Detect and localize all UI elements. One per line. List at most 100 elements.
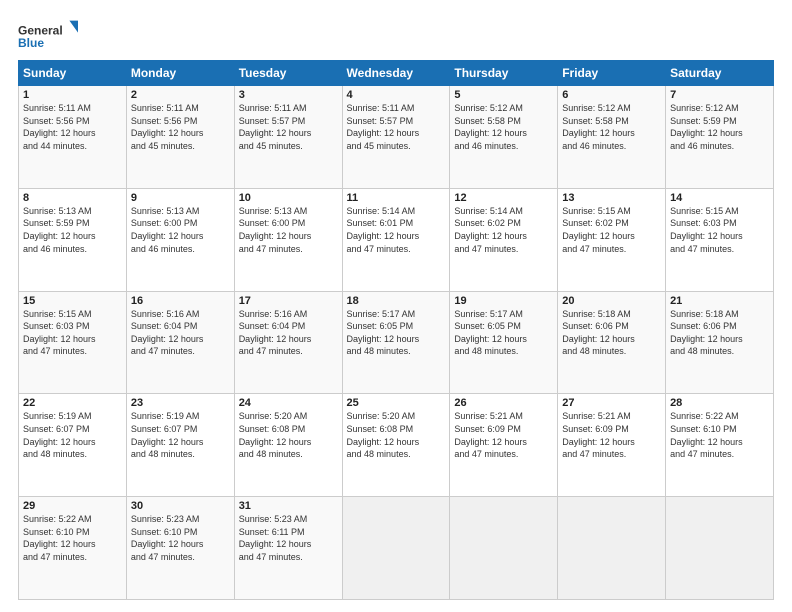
dow-header: Thursday xyxy=(450,61,558,86)
day-number: 8 xyxy=(23,192,122,204)
day-number: 23 xyxy=(131,397,230,409)
calendar-cell xyxy=(558,497,666,600)
day-number: 20 xyxy=(562,295,661,307)
calendar-week-row: 1Sunrise: 5:11 AMSunset: 5:56 PMDaylight… xyxy=(19,86,774,189)
day-number: 5 xyxy=(454,89,553,101)
calendar-cell: 19Sunrise: 5:17 AMSunset: 6:05 PMDayligh… xyxy=(450,291,558,394)
day-info: Sunrise: 5:12 AMSunset: 5:58 PMDaylight:… xyxy=(454,102,553,152)
day-info: Sunrise: 5:11 AMSunset: 5:56 PMDaylight:… xyxy=(23,102,122,152)
day-number: 30 xyxy=(131,500,230,512)
dow-header: Monday xyxy=(126,61,234,86)
dow-header: Wednesday xyxy=(342,61,450,86)
day-info: Sunrise: 5:14 AMSunset: 6:02 PMDaylight:… xyxy=(454,205,553,255)
calendar-cell: 2Sunrise: 5:11 AMSunset: 5:56 PMDaylight… xyxy=(126,86,234,189)
svg-text:Blue: Blue xyxy=(18,36,44,50)
day-number: 3 xyxy=(239,89,338,101)
calendar-cell: 10Sunrise: 5:13 AMSunset: 6:00 PMDayligh… xyxy=(234,188,342,291)
day-info: Sunrise: 5:20 AMSunset: 6:08 PMDaylight:… xyxy=(239,410,338,460)
day-number: 24 xyxy=(239,397,338,409)
day-info: Sunrise: 5:17 AMSunset: 6:05 PMDaylight:… xyxy=(454,308,553,358)
day-info: Sunrise: 5:17 AMSunset: 6:05 PMDaylight:… xyxy=(347,308,446,358)
dow-header: Tuesday xyxy=(234,61,342,86)
calendar-cell: 13Sunrise: 5:15 AMSunset: 6:02 PMDayligh… xyxy=(558,188,666,291)
day-info: Sunrise: 5:16 AMSunset: 6:04 PMDaylight:… xyxy=(131,308,230,358)
day-info: Sunrise: 5:23 AMSunset: 6:10 PMDaylight:… xyxy=(131,513,230,563)
day-number: 15 xyxy=(23,295,122,307)
day-info: Sunrise: 5:13 AMSunset: 6:00 PMDaylight:… xyxy=(239,205,338,255)
calendar-table: SundayMondayTuesdayWednesdayThursdayFrid… xyxy=(18,60,774,600)
day-number: 14 xyxy=(670,192,769,204)
calendar-cell: 17Sunrise: 5:16 AMSunset: 6:04 PMDayligh… xyxy=(234,291,342,394)
day-number: 1 xyxy=(23,89,122,101)
day-number: 9 xyxy=(131,192,230,204)
day-number: 18 xyxy=(347,295,446,307)
day-number: 28 xyxy=(670,397,769,409)
day-number: 12 xyxy=(454,192,553,204)
day-number: 2 xyxy=(131,89,230,101)
day-number: 13 xyxy=(562,192,661,204)
day-number: 27 xyxy=(562,397,661,409)
days-of-week-row: SundayMondayTuesdayWednesdayThursdayFrid… xyxy=(19,61,774,86)
day-info: Sunrise: 5:18 AMSunset: 6:06 PMDaylight:… xyxy=(670,308,769,358)
day-number: 25 xyxy=(347,397,446,409)
day-info: Sunrise: 5:21 AMSunset: 6:09 PMDaylight:… xyxy=(562,410,661,460)
day-number: 10 xyxy=(239,192,338,204)
day-info: Sunrise: 5:11 AMSunset: 5:56 PMDaylight:… xyxy=(131,102,230,152)
header: General Blue xyxy=(18,18,774,54)
dow-header: Sunday xyxy=(19,61,127,86)
calendar-cell: 1Sunrise: 5:11 AMSunset: 5:56 PMDaylight… xyxy=(19,86,127,189)
calendar-cell: 6Sunrise: 5:12 AMSunset: 5:58 PMDaylight… xyxy=(558,86,666,189)
dow-header: Saturday xyxy=(666,61,774,86)
calendar-cell: 22Sunrise: 5:19 AMSunset: 6:07 PMDayligh… xyxy=(19,394,127,497)
day-number: 22 xyxy=(23,397,122,409)
calendar-cell: 11Sunrise: 5:14 AMSunset: 6:01 PMDayligh… xyxy=(342,188,450,291)
day-info: Sunrise: 5:19 AMSunset: 6:07 PMDaylight:… xyxy=(131,410,230,460)
calendar-body: 1Sunrise: 5:11 AMSunset: 5:56 PMDaylight… xyxy=(19,86,774,600)
day-info: Sunrise: 5:19 AMSunset: 6:07 PMDaylight:… xyxy=(23,410,122,460)
calendar-cell: 8Sunrise: 5:13 AMSunset: 5:59 PMDaylight… xyxy=(19,188,127,291)
calendar-cell: 12Sunrise: 5:14 AMSunset: 6:02 PMDayligh… xyxy=(450,188,558,291)
day-info: Sunrise: 5:13 AMSunset: 5:59 PMDaylight:… xyxy=(23,205,122,255)
day-number: 29 xyxy=(23,500,122,512)
calendar-cell: 3Sunrise: 5:11 AMSunset: 5:57 PMDaylight… xyxy=(234,86,342,189)
day-info: Sunrise: 5:20 AMSunset: 6:08 PMDaylight:… xyxy=(347,410,446,460)
page: General Blue SundayMondayTuesdayWednesda… xyxy=(0,0,792,612)
calendar-cell: 14Sunrise: 5:15 AMSunset: 6:03 PMDayligh… xyxy=(666,188,774,291)
day-number: 6 xyxy=(562,89,661,101)
day-number: 21 xyxy=(670,295,769,307)
day-info: Sunrise: 5:15 AMSunset: 6:03 PMDaylight:… xyxy=(670,205,769,255)
day-info: Sunrise: 5:13 AMSunset: 6:00 PMDaylight:… xyxy=(131,205,230,255)
logo: General Blue xyxy=(18,18,78,54)
calendar-cell: 20Sunrise: 5:18 AMSunset: 6:06 PMDayligh… xyxy=(558,291,666,394)
calendar-cell: 15Sunrise: 5:15 AMSunset: 6:03 PMDayligh… xyxy=(19,291,127,394)
calendar-cell: 7Sunrise: 5:12 AMSunset: 5:59 PMDaylight… xyxy=(666,86,774,189)
day-info: Sunrise: 5:22 AMSunset: 6:10 PMDaylight:… xyxy=(670,410,769,460)
calendar-cell: 29Sunrise: 5:22 AMSunset: 6:10 PMDayligh… xyxy=(19,497,127,600)
day-info: Sunrise: 5:21 AMSunset: 6:09 PMDaylight:… xyxy=(454,410,553,460)
calendar-cell: 24Sunrise: 5:20 AMSunset: 6:08 PMDayligh… xyxy=(234,394,342,497)
calendar-cell: 26Sunrise: 5:21 AMSunset: 6:09 PMDayligh… xyxy=(450,394,558,497)
day-number: 19 xyxy=(454,295,553,307)
day-info: Sunrise: 5:23 AMSunset: 6:11 PMDaylight:… xyxy=(239,513,338,563)
calendar-cell: 28Sunrise: 5:22 AMSunset: 6:10 PMDayligh… xyxy=(666,394,774,497)
calendar-cell: 30Sunrise: 5:23 AMSunset: 6:10 PMDayligh… xyxy=(126,497,234,600)
day-number: 26 xyxy=(454,397,553,409)
calendar-week-row: 8Sunrise: 5:13 AMSunset: 5:59 PMDaylight… xyxy=(19,188,774,291)
calendar-cell: 4Sunrise: 5:11 AMSunset: 5:57 PMDaylight… xyxy=(342,86,450,189)
day-info: Sunrise: 5:14 AMSunset: 6:01 PMDaylight:… xyxy=(347,205,446,255)
svg-text:General: General xyxy=(18,23,63,37)
day-info: Sunrise: 5:22 AMSunset: 6:10 PMDaylight:… xyxy=(23,513,122,563)
calendar-cell: 5Sunrise: 5:12 AMSunset: 5:58 PMDaylight… xyxy=(450,86,558,189)
day-info: Sunrise: 5:15 AMSunset: 6:03 PMDaylight:… xyxy=(23,308,122,358)
day-info: Sunrise: 5:16 AMSunset: 6:04 PMDaylight:… xyxy=(239,308,338,358)
day-info: Sunrise: 5:11 AMSunset: 5:57 PMDaylight:… xyxy=(239,102,338,152)
calendar-cell: 18Sunrise: 5:17 AMSunset: 6:05 PMDayligh… xyxy=(342,291,450,394)
day-info: Sunrise: 5:18 AMSunset: 6:06 PMDaylight:… xyxy=(562,308,661,358)
day-number: 11 xyxy=(347,192,446,204)
calendar-cell xyxy=(450,497,558,600)
calendar-week-row: 22Sunrise: 5:19 AMSunset: 6:07 PMDayligh… xyxy=(19,394,774,497)
calendar-week-row: 15Sunrise: 5:15 AMSunset: 6:03 PMDayligh… xyxy=(19,291,774,394)
calendar-cell: 25Sunrise: 5:20 AMSunset: 6:08 PMDayligh… xyxy=(342,394,450,497)
day-info: Sunrise: 5:11 AMSunset: 5:57 PMDaylight:… xyxy=(347,102,446,152)
day-number: 17 xyxy=(239,295,338,307)
